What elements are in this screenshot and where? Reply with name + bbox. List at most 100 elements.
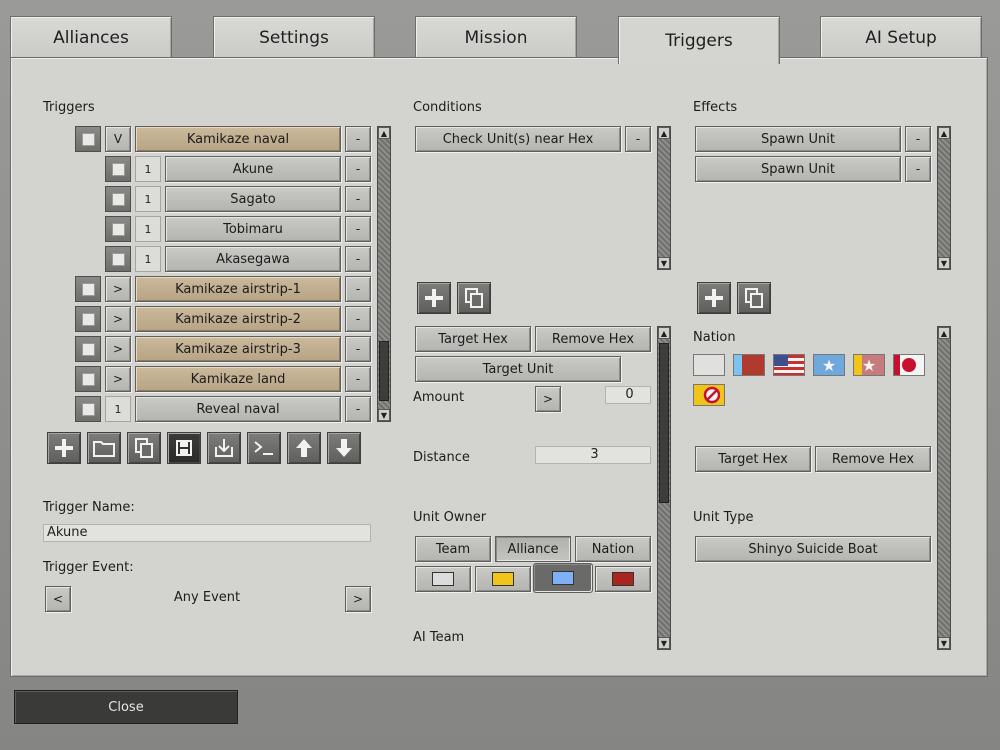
condition-details-scrollbar[interactable]: ▲ ▼ <box>657 326 671 650</box>
trigger-event-next-button[interactable]: > <box>345 586 371 612</box>
scroll-down-arrow[interactable]: ▼ <box>938 637 950 649</box>
flag-china-icon[interactable] <box>733 354 765 376</box>
effect-item[interactable]: Spawn Unit <box>695 126 901 152</box>
scroll-thumb[interactable] <box>379 341 389 401</box>
save-icon[interactable] <box>167 432 201 464</box>
trigger-checkbox[interactable] <box>75 306 101 332</box>
flag-usa-icon[interactable] <box>773 354 805 376</box>
import-icon[interactable] <box>207 432 241 464</box>
trigger-remove-button[interactable]: - <box>345 186 371 212</box>
add-icon[interactable] <box>47 432 81 464</box>
tab-ai-setup[interactable]: AI Setup <box>820 16 982 58</box>
condition-item[interactable]: Check Unit(s) near Hex <box>415 126 621 152</box>
arrow-down-icon[interactable] <box>327 432 361 464</box>
trigger-name-input[interactable]: Akune <box>43 524 371 542</box>
trigger-item-akune[interactable]: Akune <box>165 156 341 182</box>
scroll-thumb[interactable] <box>659 343 669 503</box>
add-condition-icon[interactable] <box>417 282 451 314</box>
conditions-list-scrollbar[interactable]: ▲ ▼ <box>657 126 671 270</box>
trigger-item-tobimaru[interactable]: Tobimaru <box>165 216 341 242</box>
trigger-checkbox[interactable] <box>75 276 101 302</box>
trigger-event-prev-button[interactable]: < <box>45 586 71 612</box>
trigger-expand-button[interactable]: V <box>105 126 131 152</box>
trigger-remove-button[interactable]: - <box>345 396 371 422</box>
flag-star-blue-icon[interactable]: ★ <box>813 354 845 376</box>
close-button[interactable]: Close <box>14 690 238 724</box>
add-effect-icon[interactable] <box>697 282 731 314</box>
trigger-checkbox[interactable] <box>75 336 101 362</box>
condition-remove-hex-button[interactable]: Remove Hex <box>535 326 651 352</box>
trigger-checkbox[interactable] <box>75 396 101 422</box>
trigger-remove-button[interactable]: - <box>345 366 371 392</box>
condition-remove-button[interactable]: - <box>625 126 651 152</box>
effect-item[interactable]: Spawn Unit <box>695 156 901 182</box>
trigger-checkbox[interactable] <box>75 366 101 392</box>
condition-target-unit-button[interactable]: Target Unit <box>415 356 621 382</box>
trigger-expand-button[interactable]: > <box>105 366 131 392</box>
trigger-remove-button[interactable]: - <box>345 276 371 302</box>
scroll-up-arrow[interactable]: ▲ <box>938 327 950 339</box>
amount-operator-button[interactable]: > <box>535 386 561 412</box>
scroll-up-arrow[interactable]: ▲ <box>658 127 670 139</box>
owner-swatch-yellow[interactable] <box>475 566 531 592</box>
effect-remove-button[interactable]: - <box>905 156 931 182</box>
tab-alliances[interactable]: Alliances <box>10 16 172 58</box>
owner-team-button[interactable]: Team <box>415 536 491 562</box>
flag-star-red-icon[interactable]: ★ <box>853 354 885 376</box>
trigger-remove-button[interactable]: - <box>345 336 371 362</box>
effect-remove-button[interactable]: - <box>905 126 931 152</box>
tab-settings[interactable]: Settings <box>213 16 375 58</box>
owner-nation-button[interactable]: Nation <box>575 536 651 562</box>
scroll-up-arrow[interactable]: ▲ <box>938 127 950 139</box>
scroll-down-arrow[interactable]: ▼ <box>658 257 670 269</box>
scroll-down-arrow[interactable]: ▼ <box>938 257 950 269</box>
copy-condition-icon[interactable] <box>457 282 491 314</box>
flag-japan-icon[interactable] <box>893 354 925 376</box>
tab-mission[interactable]: Mission <box>415 16 577 58</box>
trigger-remove-button[interactable]: - <box>345 216 371 242</box>
trigger-checkbox[interactable] <box>105 186 131 212</box>
trigger-remove-button[interactable]: - <box>345 246 371 272</box>
trigger-checkbox[interactable] <box>105 216 131 242</box>
trigger-item-sagato[interactable]: Sagato <box>165 186 341 212</box>
trigger-remove-button[interactable]: - <box>345 156 371 182</box>
flag-none-icon[interactable] <box>693 354 725 376</box>
effects-list-scrollbar[interactable]: ▲ ▼ <box>937 126 951 270</box>
trigger-item-kamikaze-airstrip-1[interactable]: Kamikaze airstrip-1 <box>135 276 341 302</box>
trigger-expand-button[interactable]: > <box>105 276 131 302</box>
effect-target-hex-button[interactable]: Target Hex <box>695 446 811 472</box>
folder-icon[interactable] <box>87 432 121 464</box>
trigger-item-kamikaze-airstrip-3[interactable]: Kamikaze airstrip-3 <box>135 336 341 362</box>
trigger-remove-button[interactable]: - <box>345 126 371 152</box>
owner-alliance-button[interactable]: Alliance <box>495 536 571 562</box>
triggers-scrollbar[interactable]: ▲ ▼ <box>377 126 391 422</box>
owner-swatch-blue[interactable] <box>533 563 593 593</box>
trigger-expand-button[interactable]: > <box>105 336 131 362</box>
scroll-up-arrow[interactable]: ▲ <box>658 327 670 339</box>
effect-details-scrollbar[interactable]: ▲ ▼ <box>937 326 951 650</box>
arrow-up-icon[interactable] <box>287 432 321 464</box>
tab-triggers[interactable]: Triggers <box>618 16 780 64</box>
amount-input[interactable]: 0 <box>605 386 651 404</box>
trigger-item-reveal-naval[interactable]: Reveal naval <box>135 396 341 422</box>
trigger-item-kamikaze-land[interactable]: Kamikaze land <box>135 366 341 392</box>
flag-yellow-blocked-icon[interactable] <box>693 384 725 406</box>
distance-input[interactable]: 3 <box>535 446 651 464</box>
unit-type-select[interactable]: Shinyo Suicide Boat <box>695 536 931 562</box>
scroll-down-arrow[interactable]: ▼ <box>658 637 670 649</box>
trigger-expand-button[interactable]: > <box>105 306 131 332</box>
trigger-remove-button[interactable]: - <box>345 306 371 332</box>
copy-effect-icon[interactable] <box>737 282 771 314</box>
effect-remove-hex-button[interactable]: Remove Hex <box>815 446 931 472</box>
trigger-item-kamikaze-naval[interactable]: Kamikaze naval <box>135 126 341 152</box>
condition-target-hex-button[interactable]: Target Hex <box>415 326 531 352</box>
owner-swatch-white[interactable] <box>415 566 471 592</box>
copy-icon[interactable] <box>127 432 161 464</box>
trigger-item-kamikaze-airstrip-2[interactable]: Kamikaze airstrip-2 <box>135 306 341 332</box>
owner-swatch-red[interactable] <box>595 566 651 592</box>
trigger-checkbox[interactable] <box>105 156 131 182</box>
scroll-down-arrow[interactable]: ▼ <box>378 409 390 421</box>
scroll-up-arrow[interactable]: ▲ <box>378 127 390 139</box>
trigger-item-akasegawa[interactable]: Akasegawa <box>165 246 341 272</box>
trigger-checkbox[interactable] <box>75 126 101 152</box>
